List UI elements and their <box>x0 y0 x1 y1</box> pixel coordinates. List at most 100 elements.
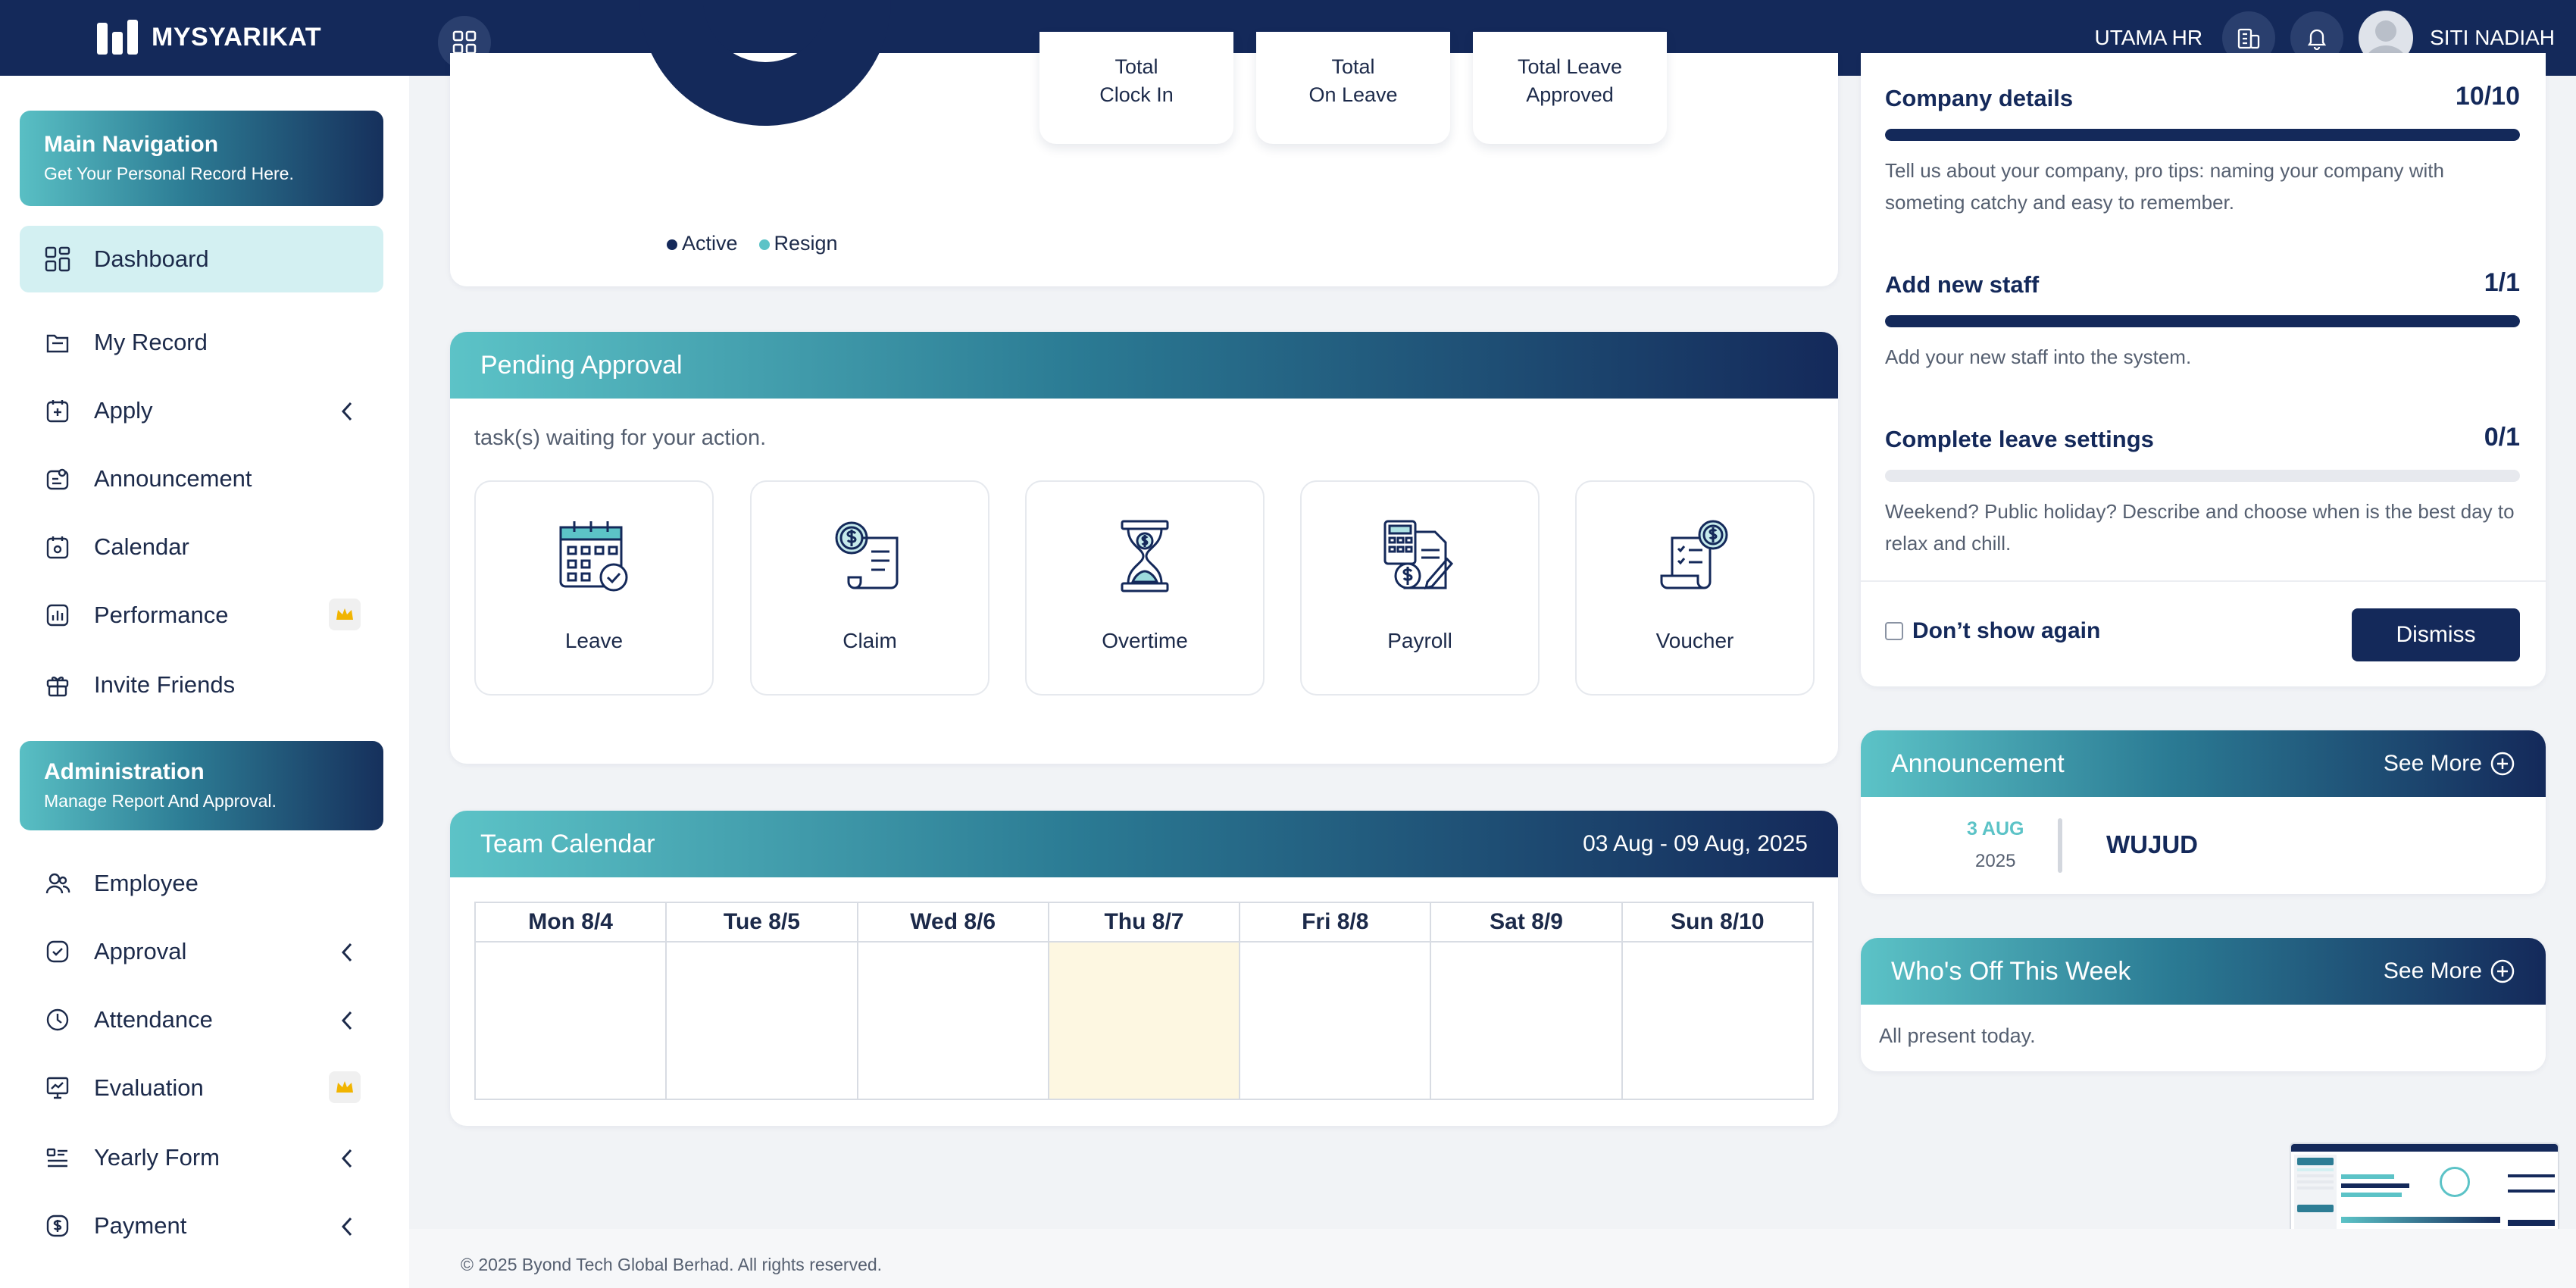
stat-total-leave-approved[interactable]: Total Leave Approved <box>1473 32 1667 144</box>
tile-label: Claim <box>843 629 897 652</box>
sidebar-item-dashboard[interactable]: Dashboard <box>20 226 383 292</box>
approval-tile-payroll[interactable]: Payroll <box>1300 480 1540 696</box>
chevron-left-icon <box>341 1011 352 1030</box>
sidebar-item-label: Apply <box>94 397 153 424</box>
footer: © 2025 Byond Tech Global Berhad. All rig… <box>409 1229 2576 1288</box>
main-navigation-header: Main Navigation Get Your Personal Record… <box>20 111 383 206</box>
crown-icon <box>329 599 361 630</box>
stat-total-clock-in[interactable]: Total Clock In <box>1039 32 1233 144</box>
announcement-header: Announcement See More <box>1861 730 2546 797</box>
task-count: 10/10 <box>2455 82 2520 111</box>
check-circle-icon <box>42 936 73 967</box>
task-title: Complete leave settings <box>1885 426 2154 452</box>
gift-icon <box>42 670 73 700</box>
sidebar-item-invite-friends[interactable]: Invite Friends <box>20 652 383 718</box>
apps-grid-icon <box>452 30 477 55</box>
card-title: Who's Off This Week <box>1891 956 2131 986</box>
sidebar-item-performance[interactable]: Performance <box>20 582 383 649</box>
dont-show-again[interactable]: Don’t show again <box>1885 618 2100 644</box>
sidebar-item-label: Attendance <box>94 1006 213 1033</box>
approval-tile-overtime[interactable]: Overtime <box>1025 480 1265 696</box>
sidebar-item-label: Evaluation <box>94 1074 204 1101</box>
dont-show-label: Don’t show again <box>1912 618 2101 643</box>
date-range[interactable]: 03 Aug - 09 Aug, 2025 <box>1583 831 1808 857</box>
day-cell-today[interactable] <box>1047 941 1241 1100</box>
chart-icon <box>42 600 73 630</box>
user-name[interactable]: SITI NADIAH <box>2430 26 2555 50</box>
stat-label-line2: Clock In <box>1099 83 1174 106</box>
day-cell[interactable] <box>1621 941 1815 1100</box>
section-subtitle: Manage Report And Approval. <box>44 791 277 811</box>
whos-off-message: All present today. <box>1879 1024 2036 1047</box>
section-subtitle: Get Your Personal Record Here. <box>44 164 294 183</box>
sidebar-item-label: Performance <box>94 602 229 628</box>
whos-off-card: Who's Off This Week See More All present… <box>1861 938 2546 1071</box>
form-icon <box>42 1143 73 1173</box>
chevron-left-icon <box>341 943 352 962</box>
task-description: Weekend? Public holiday? Describe and ch… <box>1885 500 2515 555</box>
day-header: Mon 8/4 <box>474 902 667 943</box>
task-title: Add new staff <box>1885 271 2040 298</box>
sidebar-item-label: Calendar <box>94 533 189 560</box>
folder-icon <box>42 327 73 358</box>
sidebar-item-yearly-form[interactable]: Yearly Form <box>20 1124 383 1191</box>
employee-donut-chart <box>639 0 891 126</box>
whos-off-see-more[interactable]: See More <box>2384 958 2515 984</box>
sidebar-item-evaluation[interactable]: Evaluation <box>20 1055 383 1121</box>
sidebar-item-approval[interactable]: Approval <box>20 918 383 985</box>
section-title: Main Navigation <box>44 132 219 157</box>
calendar-plus-icon <box>42 395 73 426</box>
sidebar-item-announcement[interactable]: Announcement <box>20 445 383 512</box>
dismiss-button[interactable]: Dismiss <box>2352 608 2520 661</box>
logo-icon <box>97 20 138 55</box>
announcement-day: 3 AUG <box>1967 818 2024 839</box>
day-cell[interactable] <box>474 941 667 1100</box>
brand-name: MYSYARIKAT <box>152 22 322 52</box>
sidebar-item-employee[interactable]: Employee <box>20 850 383 917</box>
card-title: Pending Approval <box>480 350 683 380</box>
brand-logo[interactable]: MYSYARIKAT <box>95 18 321 56</box>
claim-receipt-icon <box>835 521 899 589</box>
chevron-left-icon <box>341 1149 352 1168</box>
sidebar-item-calendar[interactable]: Calendar <box>20 514 383 580</box>
announcement-title[interactable]: WUJUD <box>2106 830 2198 859</box>
card-title: Team Calendar <box>480 829 655 858</box>
pending-approval-header: Pending Approval <box>450 332 1838 399</box>
calendar-body-row <box>474 941 1815 1100</box>
day-header: Wed 8/6 <box>856 902 1049 943</box>
tile-label: Overtime <box>1102 629 1188 652</box>
day-cell[interactable] <box>1239 941 1432 1100</box>
sidebar-item-apply[interactable]: Apply <box>20 377 383 444</box>
dollar-icon <box>42 1211 73 1241</box>
announcement-card: Announcement See More 3 AUG 2025 WUJUD <box>1861 730 2546 894</box>
voucher-icon <box>1660 520 1728 589</box>
task-description: Add your new staff into the system. <box>1885 345 2192 368</box>
day-cell[interactable] <box>665 941 858 1100</box>
approval-tile-claim[interactable]: Claim <box>750 480 989 696</box>
administration-header: Administration Manage Report And Approva… <box>20 741 383 830</box>
day-header: Tue 8/5 <box>665 902 858 943</box>
announcement-see-more[interactable]: See More <box>2384 751 2515 777</box>
day-header: Thu 8/7 <box>1047 902 1241 943</box>
presentation-icon <box>42 1073 73 1103</box>
progress-bar <box>1885 470 2520 482</box>
tile-label: Voucher <box>1655 629 1734 652</box>
sidebar-item-my-record[interactable]: My Record <box>20 309 383 376</box>
tile-label: Leave <box>564 629 624 652</box>
approval-tile-leave[interactable]: Leave <box>474 480 714 696</box>
company-name[interactable]: UTAMA HR <box>2094 26 2202 50</box>
stat-total-on-leave[interactable]: Total On Leave <box>1256 32 1450 144</box>
dont-show-checkbox[interactable] <box>1885 622 1903 640</box>
legend-active: Active <box>667 232 738 255</box>
card-title: Announcement <box>1891 749 2065 778</box>
day-cell[interactable] <box>1430 941 1623 1100</box>
day-cell[interactable] <box>856 941 1049 1100</box>
sidebar-item-label: Payment <box>94 1212 187 1239</box>
hourglass-icon <box>1121 520 1169 592</box>
sidebar-item-payment[interactable]: Payment <box>20 1193 383 1259</box>
employee-overview-card: Active Resign Total Clock In Total On Le… <box>450 0 1838 286</box>
sidebar-item-attendance[interactable]: Attendance <box>20 986 383 1053</box>
date-divider <box>2058 818 2062 873</box>
day-header: Sun 8/10 <box>1621 902 1815 943</box>
approval-tile-voucher[interactable]: Voucher <box>1575 480 1815 696</box>
